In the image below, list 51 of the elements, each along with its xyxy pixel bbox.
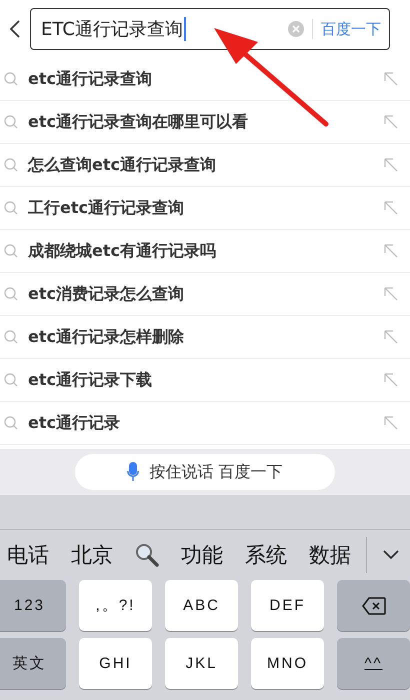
search-icon — [4, 416, 18, 430]
search-icon — [4, 201, 18, 215]
suggestion-item[interactable]: 怎么查询etc通行记录查询 — [28, 154, 384, 176]
microphone-icon — [127, 462, 140, 482]
keyboard-key[interactable]: ,。?! — [79, 580, 152, 631]
suggestion-item[interactable]: etc通行记录下载 — [28, 370, 384, 390]
backspace-key[interactable] — [337, 580, 410, 631]
search-icon — [4, 287, 18, 301]
suggestion-item[interactable]: etc通行记录查询 — [28, 68, 384, 90]
keyboard-key[interactable]: JKL — [165, 638, 238, 689]
fill-arrow-icon[interactable] — [384, 416, 398, 430]
keyboard-key[interactable]: MNO — [251, 638, 324, 689]
suggestion-item[interactable]: etc消费记录怎么查询 — [28, 284, 384, 304]
voice-search-button[interactable]: 按住说话 百度一下 — [75, 454, 335, 490]
keyboard-key[interactable]: 英文 — [0, 638, 66, 689]
search-icon — [4, 115, 18, 129]
suggestion-item[interactable]: 成都绕城etc有通行记录吗 — [28, 240, 384, 262]
search-icon — [4, 72, 18, 86]
search-query: ETC通行记录查询 — [41, 17, 186, 41]
suggestion-item[interactable]: 工行etc通行记录查询 — [28, 198, 384, 218]
fill-arrow-icon[interactable] — [384, 158, 398, 172]
suggestion-item[interactable]: etc通行记录 — [28, 412, 384, 434]
search-icon — [4, 330, 18, 344]
candidate-word[interactable]: 系统 — [234, 541, 298, 569]
fill-arrow-icon[interactable] — [384, 115, 398, 129]
candidate-word[interactable]: 北京 — [60, 541, 124, 569]
suggestion-item[interactable]: etc通行记录怎样删除 — [28, 326, 384, 348]
fill-arrow-icon[interactable] — [384, 373, 398, 387]
search-icon — [4, 373, 18, 387]
keyboard-key[interactable]: ABC — [165, 580, 238, 631]
search-icon — [4, 158, 18, 172]
fill-arrow-icon[interactable] — [384, 244, 398, 258]
back-icon[interactable] — [10, 20, 20, 38]
keyboard-key[interactable]: 123 — [0, 580, 66, 631]
clear-icon[interactable] — [288, 21, 304, 37]
fill-arrow-icon[interactable] — [384, 287, 398, 301]
candidate-word[interactable]: 功能 — [170, 541, 234, 569]
emoticon-key[interactable]: ^^ — [337, 638, 410, 689]
search-button[interactable]: 百度一下 — [321, 20, 381, 38]
backspace-icon — [362, 596, 386, 614]
suggestion-item[interactable]: etc通行记录查询在哪里可以看 — [28, 112, 384, 132]
candidate-word[interactable]: 数据 — [298, 541, 362, 569]
keyboard-key[interactable]: GHI — [79, 638, 152, 689]
search-icon — [4, 244, 18, 258]
search-icon[interactable] — [135, 543, 159, 567]
fill-arrow-icon[interactable] — [384, 330, 398, 344]
candidate-word[interactable]: 电话 — [0, 541, 60, 569]
collapse-icon[interactable] — [383, 550, 399, 560]
keyboard-key[interactable]: DEF — [251, 580, 324, 631]
fill-arrow-icon[interactable] — [384, 201, 398, 215]
fill-arrow-icon[interactable] — [384, 72, 398, 86]
